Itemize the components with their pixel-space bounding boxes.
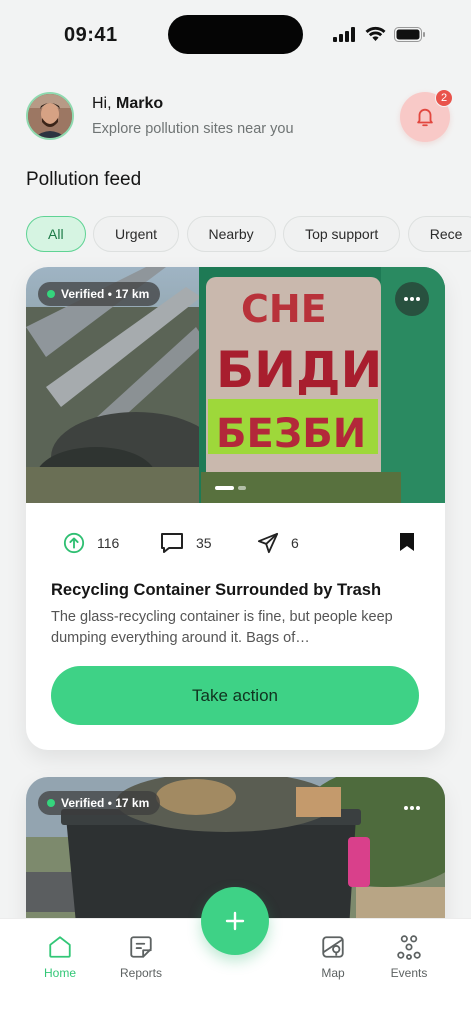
filter-chip-urgent[interactable]: Urgent bbox=[93, 216, 180, 252]
filter-chips: All Urgent Nearby Top support Rece bbox=[26, 216, 471, 254]
tab-label: Events bbox=[390, 966, 428, 980]
post-photo[interactable]: СНЕ БИДИ БЕЗБИ Verified • 17 km bbox=[26, 267, 445, 503]
tab-events[interactable]: Events bbox=[369, 931, 449, 980]
events-icon bbox=[397, 935, 421, 960]
greeting-text: Hi, Marko bbox=[92, 95, 164, 112]
comment-count: 35 bbox=[196, 535, 212, 551]
post-card[interactable]: СНЕ БИДИ БЕЗБИ Verified • 17 km 116 35 6… bbox=[26, 267, 445, 750]
battery-icon bbox=[394, 26, 425, 42]
greeting-subtitle: Explore pollution sites near you bbox=[92, 121, 294, 137]
post-description: The glass-recycling container is fine, b… bbox=[51, 609, 393, 646]
graffiti-text: БЕЗБИ bbox=[216, 411, 366, 457]
reports-icon bbox=[130, 936, 152, 958]
wifi-icon bbox=[365, 26, 386, 41]
send-icon bbox=[257, 532, 279, 554]
more-options-button[interactable] bbox=[395, 282, 429, 316]
filter-chip-recent[interactable]: Rece bbox=[407, 216, 471, 252]
tab-label: Home bbox=[43, 966, 76, 980]
tab-home[interactable]: Home bbox=[20, 931, 100, 980]
take-action-button[interactable]: Take action bbox=[51, 666, 419, 725]
map-icon bbox=[322, 936, 344, 958]
post-actions: 116 35 6 bbox=[51, 532, 421, 558]
graffiti-text: БИДИ bbox=[216, 341, 382, 399]
avatar[interactable] bbox=[26, 92, 74, 140]
tab-label: Map bbox=[321, 966, 345, 980]
signal-icon bbox=[333, 26, 355, 42]
status-bar: 09:41 bbox=[0, 0, 471, 70]
verified-badge: Verified • 17 km bbox=[38, 282, 161, 306]
verified-badge: Verified • 17 km bbox=[38, 791, 161, 815]
photo-pager bbox=[215, 486, 246, 490]
status-time: 09:41 bbox=[64, 24, 118, 46]
filter-chip-top-support[interactable]: Top support bbox=[283, 216, 401, 252]
user-name: Marko bbox=[116, 95, 164, 112]
verified-dot-icon bbox=[47, 290, 55, 298]
tab-reports[interactable]: Reports bbox=[101, 931, 181, 980]
greeting-header: Hi, Marko Explore pollution sites near y… bbox=[26, 89, 453, 144]
bookmark-icon bbox=[400, 533, 414, 551]
comment-button[interactable]: 35 bbox=[160, 532, 212, 554]
bell-icon bbox=[417, 108, 433, 127]
more-horizontal-icon bbox=[404, 806, 420, 810]
post-title[interactable]: Recycling Container Surrounded by Trash bbox=[51, 581, 381, 600]
graffiti-text: СНЕ bbox=[241, 287, 327, 331]
add-report-button[interactable] bbox=[201, 887, 269, 955]
upvote-button[interactable]: 116 bbox=[63, 532, 119, 554]
upvote-count: 116 bbox=[97, 535, 120, 551]
more-options-button[interactable] bbox=[395, 791, 429, 825]
home-icon bbox=[49, 936, 71, 958]
tab-map[interactable]: Map bbox=[293, 931, 373, 980]
notification-count-badge: 2 bbox=[435, 89, 453, 107]
share-button[interactable]: 6 bbox=[257, 532, 299, 554]
plus-icon bbox=[225, 911, 245, 931]
page-title: Pollution feed bbox=[26, 169, 142, 190]
status-icons bbox=[333, 26, 426, 42]
bookmark-button[interactable] bbox=[399, 532, 415, 552]
dynamic-island bbox=[168, 15, 303, 54]
filter-chip-nearby[interactable]: Nearby bbox=[186, 216, 276, 252]
filter-chip-all[interactable]: All bbox=[26, 216, 86, 252]
tab-label: Reports bbox=[119, 966, 163, 980]
arrow-up-circle-icon bbox=[63, 532, 85, 554]
comment-icon bbox=[161, 533, 183, 553]
more-horizontal-icon bbox=[404, 297, 420, 301]
share-count: 6 bbox=[291, 535, 299, 551]
verified-dot-icon bbox=[47, 799, 55, 807]
